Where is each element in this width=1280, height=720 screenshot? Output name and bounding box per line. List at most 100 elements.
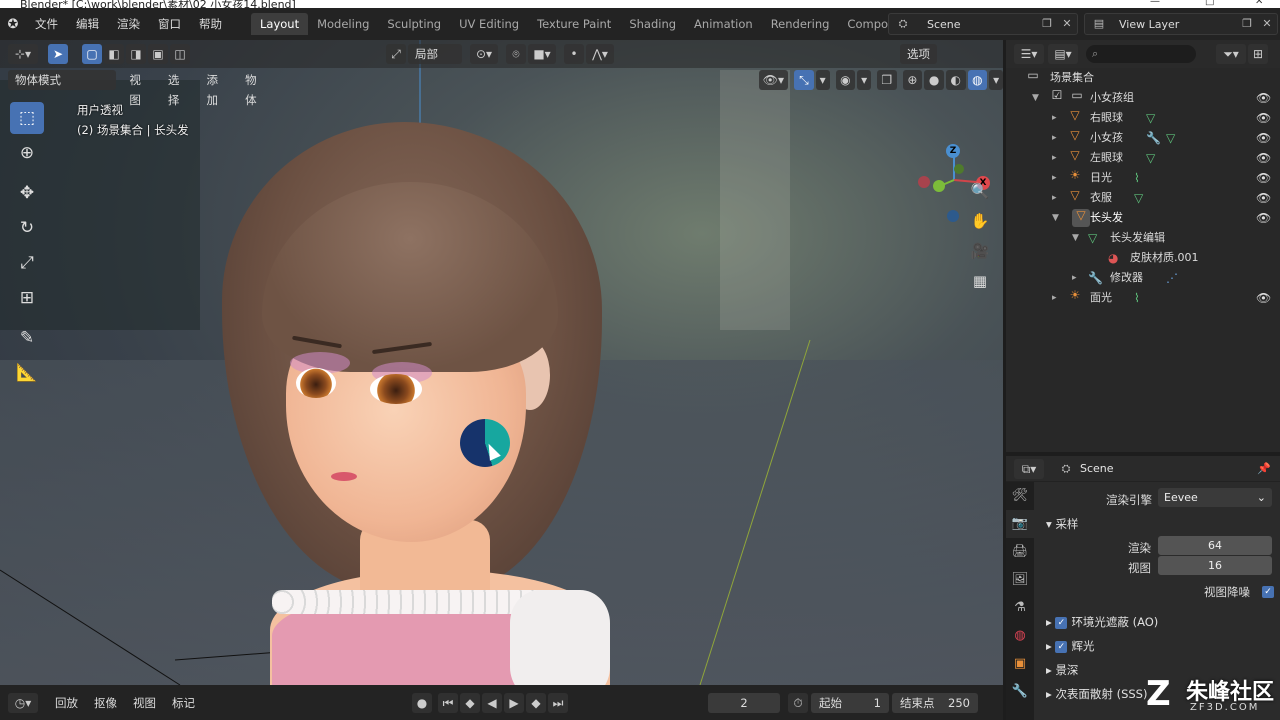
eye-visibility-icon[interactable]: 👁 <box>1256 108 1271 128</box>
new-collection-icon[interactable]: ⊞ <box>1248 44 1268 64</box>
gizmo-neg-y-axis[interactable] <box>954 164 964 174</box>
eye-visibility-icon[interactable]: 👁 <box>1256 88 1271 108</box>
cursor-tool-icon[interactable]: ⊕ <box>10 137 44 169</box>
eye-visibility-icon[interactable]: 👁 <box>1256 208 1271 228</box>
visibility-icon[interactable]: 👁▾ <box>758 70 789 90</box>
eye-visibility-icon[interactable]: 👁 <box>1256 148 1271 168</box>
tab-animation[interactable]: Animation <box>685 13 762 35</box>
new-scene-icon[interactable]: ❐ <box>1039 16 1055 32</box>
tab-uv-editing[interactable]: UV Editing <box>450 13 528 35</box>
ao-checkbox[interactable]: ✓ <box>1055 616 1068 629</box>
select-box-tool-icon[interactable]: ⬚ <box>10 102 44 134</box>
proportional-falloff-icon[interactable]: ⋀▾ <box>586 44 614 64</box>
eye-visibility-icon[interactable]: 👁 <box>1256 128 1271 148</box>
camera-view-icon[interactable]: 🎥 <box>968 242 992 272</box>
render-samples-field[interactable]: 64 <box>1158 536 1272 555</box>
preview-range-icon[interactable]: ⏱ <box>788 692 808 713</box>
shading-dropdown-icon[interactable]: ▾ <box>989 70 1003 90</box>
start-frame-field[interactable]: 起始 1 <box>811 692 889 713</box>
tab-modeling[interactable]: Modeling <box>308 13 378 35</box>
current-frame-field[interactable]: 2 <box>708 692 780 713</box>
blender-logo-icon[interactable]: ✪ <box>0 17 26 32</box>
gizmo-neg-x-axis[interactable] <box>918 176 930 188</box>
scale-tool-icon[interactable]: ⤢ <box>10 247 44 279</box>
outliner-row-area-light[interactable]: ▸ ☀ 面光 ⌇ 👁 <box>1006 288 1280 308</box>
outliner-row-scene-collection[interactable]: ▭ 场景集合 <box>1006 68 1280 88</box>
transform-orientation-dropdown[interactable]: 局部 <box>408 44 462 64</box>
menu-view[interactable]: 视图 <box>122 70 159 107</box>
tab-shading[interactable]: Shading <box>620 13 685 35</box>
move-tool-icon[interactable]: ✥ <box>10 177 44 209</box>
tab-sculpting[interactable]: Sculpting <box>378 13 450 35</box>
overlay-dropdown-icon[interactable]: ▾ <box>857 70 871 90</box>
options-dropdown[interactable]: 选项 <box>900 44 937 64</box>
select-extend-icon[interactable]: ◧ <box>104 44 124 64</box>
display-mode-icon[interactable]: ▤▾ <box>1048 44 1078 64</box>
outliner-row-long-hair-edit[interactable]: ▼ ▽ 长头发编辑 <box>1006 228 1280 248</box>
ao-section-header[interactable]: ▸ ✓ 环境光遮蔽 (AO) <box>1036 610 1280 634</box>
prev-keyframe-icon[interactable]: ◆ <box>460 692 480 713</box>
gizmo-neg-z-axis[interactable] <box>947 210 959 222</box>
select-intersect-icon[interactable]: ◫ <box>170 44 190 64</box>
new-view-layer-icon[interactable]: ❐ <box>1239 16 1255 32</box>
eye-visibility-icon[interactable]: 👁 <box>1256 288 1271 308</box>
rendered-shading-icon[interactable]: ◍ <box>967 70 988 90</box>
marker-menu[interactable]: 标记 <box>165 693 202 713</box>
record-icon[interactable]: ● <box>412 692 432 713</box>
gizmo-toggle-icon[interactable]: ⤡ <box>794 70 814 90</box>
tool-tab-icon[interactable]: 🛠 <box>1006 482 1034 510</box>
tab-layout[interactable]: Layout <box>251 13 309 35</box>
outliner-row-left-eyeball[interactable]: ▸ ▽ 左眼球 ▽ 👁 <box>1006 148 1280 168</box>
keying-menu[interactable]: 抠像 <box>87 693 124 713</box>
expand-arrow-icon[interactable]: ▼ <box>1032 88 1039 108</box>
remove-scene-icon[interactable]: ✕ <box>1059 16 1075 32</box>
timeline-view-menu[interactable]: 视图 <box>126 693 163 713</box>
zoom-icon[interactable]: 🔍 <box>968 182 992 212</box>
menu-select[interactable]: 选择 <box>161 70 198 107</box>
menu-object[interactable]: 物体 <box>238 70 275 107</box>
view-layer-selector[interactable]: ▤ View Layer ❐ ✕ <box>1084 13 1278 35</box>
menu-help[interactable]: 帮助 <box>190 16 231 32</box>
outliner-search-input[interactable]: ⌕ <box>1086 45 1196 63</box>
object-tab-icon[interactable]: ▣ <box>1006 650 1034 678</box>
expand-arrow-icon[interactable]: ▸ <box>1052 148 1057 168</box>
select-subtract-icon[interactable]: ◨ <box>126 44 146 64</box>
mode-dropdown[interactable]: 物体模式 <box>8 70 117 90</box>
menu-window[interactable]: 窗口 <box>149 16 190 32</box>
scene-selector[interactable]: ⛭ Scene ❐ ✕ <box>888 13 1078 35</box>
maximize-button[interactable]: □ <box>1205 0 1214 7</box>
gizmo-y-axis[interactable] <box>933 180 945 192</box>
proportional-edit-icon[interactable]: • <box>564 44 584 64</box>
expand-arrow-icon[interactable]: ▸ <box>1052 108 1057 128</box>
eye-visibility-icon[interactable]: 👁 <box>1256 188 1271 208</box>
menu-edit[interactable]: 编辑 <box>67 16 108 32</box>
render-tab-icon[interactable]: 📷 <box>1006 510 1034 538</box>
outliner-row-girl-group[interactable]: ▼ ☑ ▭ 小女孩组 👁 <box>1006 88 1280 108</box>
tab-rendering[interactable]: Rendering <box>762 13 839 35</box>
solid-shading-icon[interactable]: ● <box>924 70 944 90</box>
wireframe-shading-icon[interactable]: ⊕ <box>902 70 923 90</box>
playback-menu[interactable]: 回放 <box>48 693 85 713</box>
outliner-row-right-eyeball[interactable]: ▸ ▽ 右眼球 ▽ 👁 <box>1006 108 1280 128</box>
view-layer-tab-icon[interactable]: 🖼 <box>1006 566 1034 594</box>
outliner-row-skin-material[interactable]: ◕ 皮肤材质.001 <box>1006 248 1280 268</box>
viewport-samples-field[interactable]: 16 <box>1158 556 1272 575</box>
collapse-arrow-icon[interactable]: ▼ <box>1052 208 1059 228</box>
pan-hand-icon[interactable]: ✋ <box>968 212 992 242</box>
outliner-row-girl[interactable]: ▸ ▽ 小女孩 🔧 ▽ 👁 <box>1006 128 1280 148</box>
minimize-button[interactable]: — <box>1150 0 1160 7</box>
jump-end-icon[interactable]: ⏭ <box>548 692 568 713</box>
select-new-icon[interactable]: ▢ <box>82 44 102 64</box>
viewport-denoise-checkbox[interactable]: ✓ <box>1262 586 1274 598</box>
output-tab-icon[interactable]: 🖨 <box>1006 538 1034 566</box>
gizmo-dropdown-icon[interactable]: ▾ <box>815 70 830 90</box>
overlay-toggle-icon[interactable]: ◉ <box>835 70 856 90</box>
close-button[interactable]: ✕ <box>1255 0 1263 7</box>
select-invert-icon[interactable]: ▣ <box>148 44 168 64</box>
properties-editor-type-icon[interactable]: ⧉▾ <box>1014 458 1044 479</box>
pin-icon[interactable]: 📌 <box>1256 461 1272 477</box>
tab-texture-paint[interactable]: Texture Paint <box>528 13 620 35</box>
measure-tool-icon[interactable]: 📐 <box>10 357 44 389</box>
material-shading-icon[interactable]: ◐ <box>945 70 966 90</box>
collapse-arrow-icon[interactable]: ▼ <box>1072 228 1079 248</box>
